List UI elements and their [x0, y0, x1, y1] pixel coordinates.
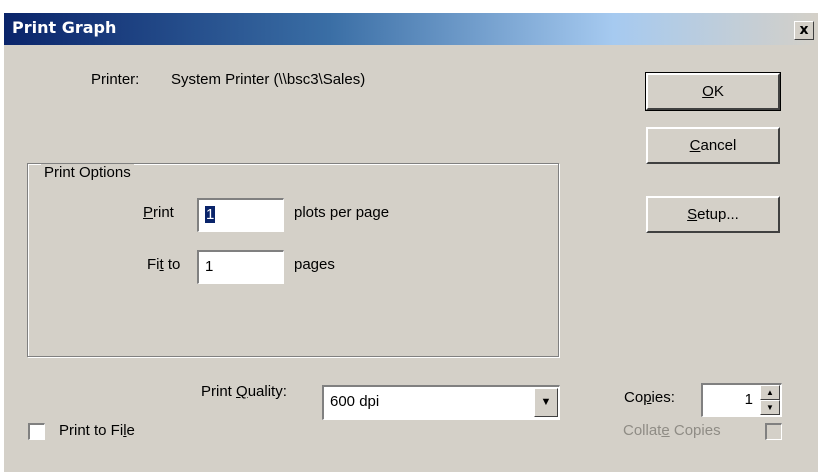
print-graph-dialog: Print Graph x Printer: System Printer (\… [3, 12, 818, 472]
setup-mnemonic: S [687, 206, 698, 223]
fit-to-label-pre: Fi [147, 256, 160, 273]
print-quality-select[interactable]: 600 dpi ▼ [322, 385, 560, 420]
collate-copies-label: Collate Copies [623, 422, 721, 439]
print-options-legend: Print Options [41, 164, 134, 181]
printer-label: Printer: [91, 71, 140, 88]
fit-to-label-post: to [163, 256, 181, 273]
print-count-label: Print [143, 204, 174, 221]
print-quality-value: 600 dpi [330, 393, 380, 410]
print-count-mnemonic: P [143, 204, 154, 221]
collate-label-post: Copies [669, 422, 721, 439]
print-quality-label-post: uality: [247, 383, 287, 400]
copies-mnemonic: p [643, 389, 652, 406]
fit-to-label: Fit to [147, 256, 180, 273]
fit-to-pages-value: 1 [205, 258, 214, 275]
printer-name: System Printer (\\bsc3\Sales) [171, 71, 366, 88]
fit-to-pages-input[interactable]: 1 [197, 250, 284, 284]
dropdown-arrow-icon[interactable]: ▼ [534, 388, 558, 417]
print-to-file-label-post: e [126, 422, 135, 439]
print-count-label-text: rint [153, 204, 174, 221]
copies-label-post: ies: [651, 389, 675, 406]
spin-down-arrow-icon[interactable]: ▼ [760, 400, 780, 415]
collate-copies-checkbox [765, 423, 782, 440]
print-options-group [27, 163, 559, 357]
print-quality-label: Print Quality: [201, 383, 287, 400]
spin-up-arrow-icon[interactable]: ▲ [760, 385, 780, 400]
window-title: Print Graph [12, 18, 117, 37]
copies-spinner[interactable]: 1 ▲ ▼ [701, 383, 782, 417]
print-to-file-checkbox[interactable] [28, 423, 45, 440]
print-quality-mnemonic: Q [236, 383, 248, 400]
cancel-mnemonic: C [689, 137, 701, 154]
cancel-button[interactable]: Cancel [646, 127, 780, 164]
copies-label-pre: Co [624, 389, 644, 406]
ok-label: K [713, 83, 724, 100]
plots-per-page-input[interactable]: 1 [197, 198, 284, 232]
print-to-file-label: Print to File [59, 422, 135, 439]
setup-label: etup... [697, 206, 739, 223]
collate-label-pre: Collat [623, 422, 662, 439]
title-bar[interactable]: Print Graph x [4, 13, 817, 45]
copies-value: 1 [744, 391, 753, 408]
ok-mnemonic: O [702, 83, 714, 100]
copies-label: Copies: [624, 389, 675, 406]
plots-per-page-label: plots per page [294, 204, 390, 221]
pages-label: pages [294, 256, 335, 273]
print-to-file-label-pre: Print to Fi [59, 422, 124, 439]
setup-button[interactable]: Setup... [646, 196, 780, 233]
plots-per-page-value: 1 [205, 206, 216, 223]
close-icon: x [799, 22, 809, 38]
cancel-label: ancel [700, 137, 737, 154]
print-quality-label-pre: Print [201, 383, 237, 400]
ok-button[interactable]: OK [645, 72, 781, 111]
close-button[interactable]: x [794, 21, 814, 40]
collate-mnemonic: e [661, 422, 670, 439]
